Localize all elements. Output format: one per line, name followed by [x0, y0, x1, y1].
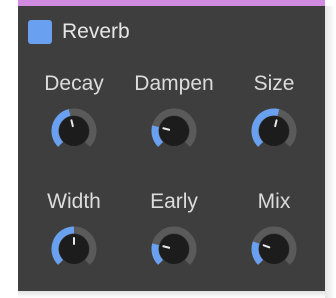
knob-dampen: Dampen	[128, 72, 220, 155]
panel-shadow-bottom	[18, 291, 325, 298]
decay-knob[interactable]	[50, 107, 98, 155]
enable-toggle[interactable]	[28, 20, 52, 44]
knob-label-width: Width	[47, 190, 101, 213]
knob-label-decay: Decay	[44, 72, 104, 95]
knob-mix: Mix	[228, 190, 320, 273]
knob-early: Early	[128, 190, 220, 273]
panel-shadow-right	[325, 6, 336, 298]
reverb-panel: Reverb Decay Dampen Size Width Early Mix	[18, 0, 325, 291]
knob-label-early: Early	[150, 190, 198, 213]
mix-knob[interactable]	[250, 225, 298, 273]
dampen-knob[interactable]	[150, 107, 198, 155]
knob-label-mix: Mix	[257, 190, 291, 213]
knob-width: Width	[28, 190, 120, 273]
knob-pointer	[70, 119, 74, 128]
size-knob[interactable]	[250, 107, 298, 155]
panel-header: Reverb	[28, 20, 130, 44]
knob-body	[259, 116, 289, 146]
knob-body	[259, 234, 289, 264]
knob-body	[59, 116, 89, 146]
knob-body	[159, 234, 189, 264]
knob-label-dampen: Dampen	[134, 72, 214, 95]
width-knob[interactable]	[50, 225, 98, 273]
knob-pointer	[274, 119, 278, 128]
knob-body	[159, 116, 189, 146]
knob-decay: Decay	[28, 72, 120, 155]
early-knob[interactable]	[150, 225, 198, 273]
knob-label-size: Size	[253, 72, 295, 95]
panel-title: Reverb	[62, 20, 130, 43]
knob-size: Size	[228, 72, 320, 155]
